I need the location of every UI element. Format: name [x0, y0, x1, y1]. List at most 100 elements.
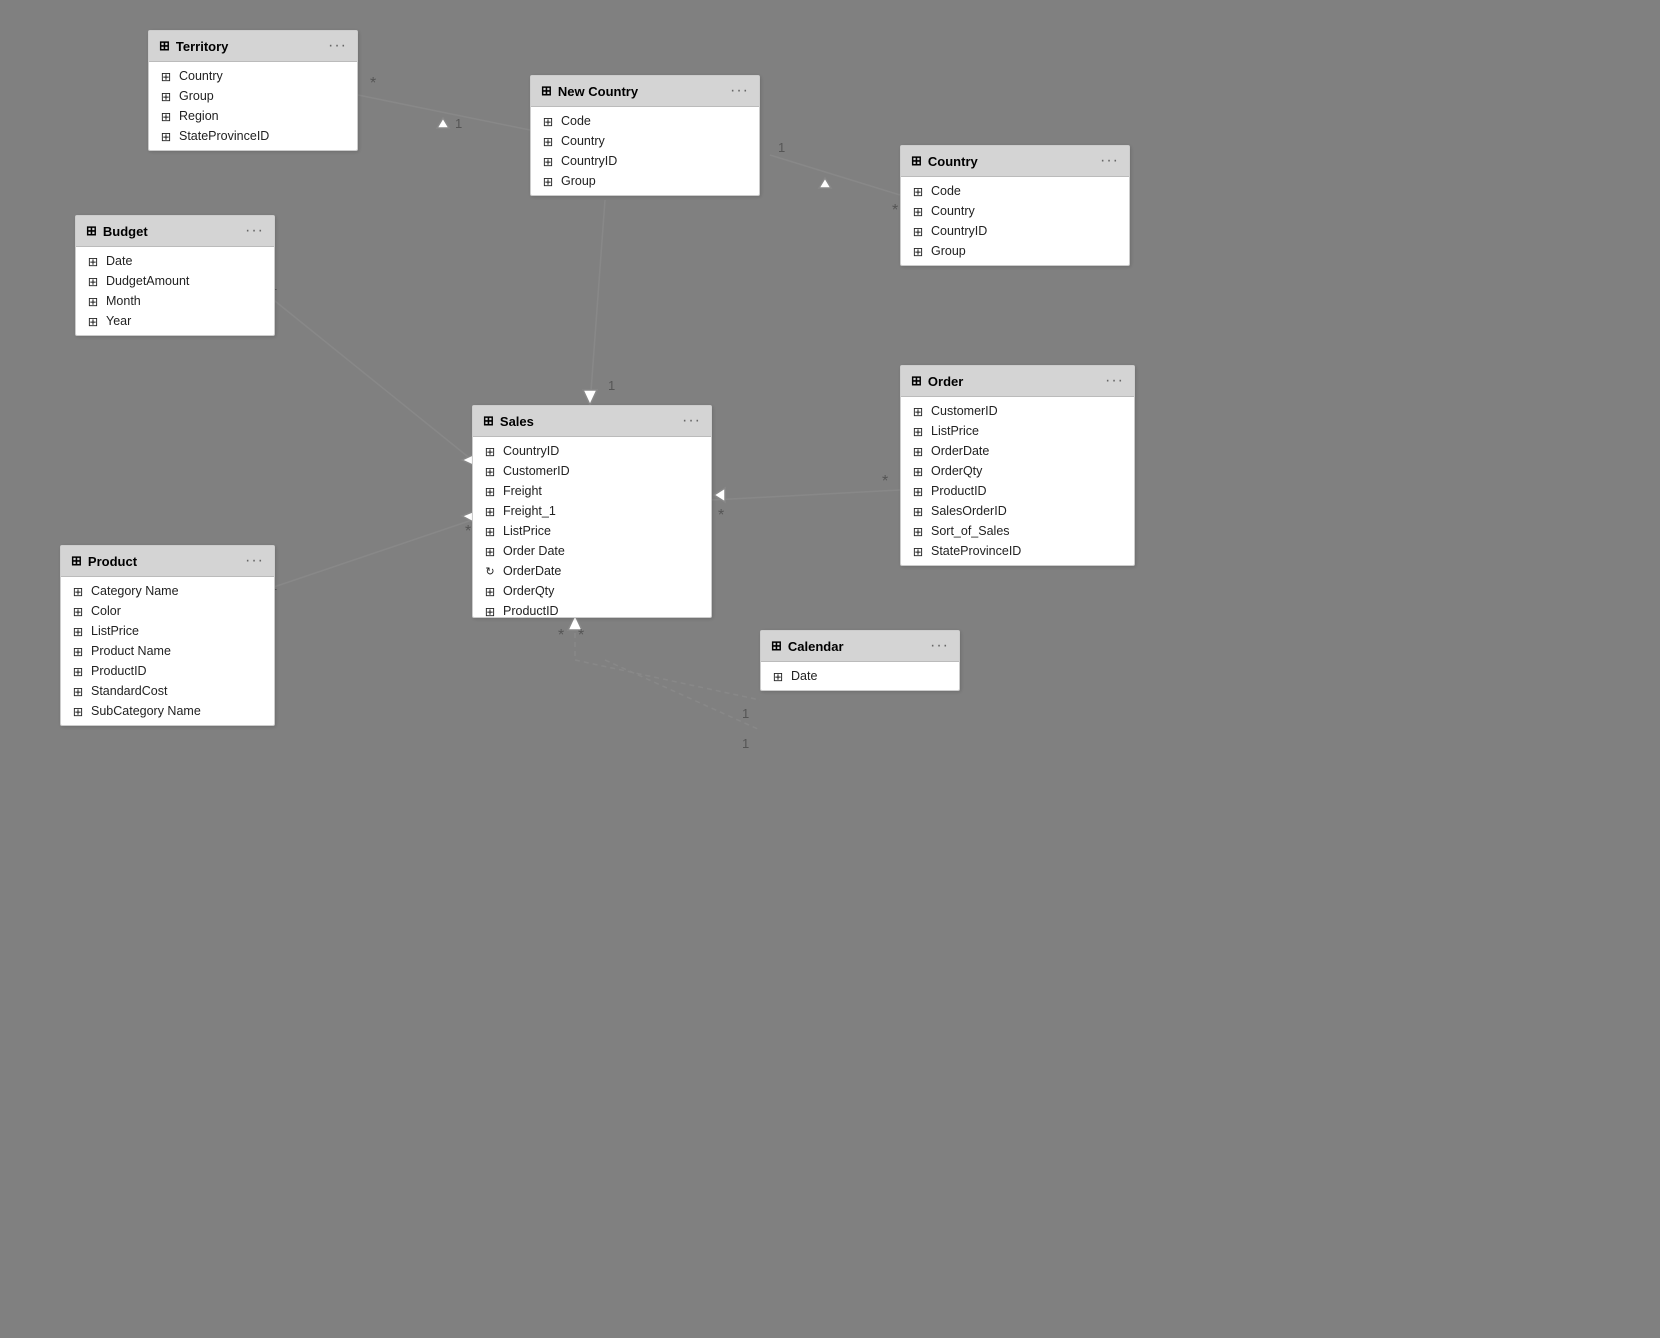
- svg-text:1: 1: [742, 736, 749, 751]
- svg-text:*: *: [558, 627, 564, 644]
- field-row: ⊞Month: [76, 291, 274, 311]
- field-row: ⊞Group: [901, 241, 1129, 261]
- field-row: ⊞Sort_of_Sales: [901, 521, 1134, 541]
- field-icon: ⊞: [541, 134, 555, 148]
- field-icon: ⊞: [911, 204, 925, 218]
- field-icon: ⊞: [159, 69, 173, 83]
- sales-menu[interactable]: ···: [682, 412, 701, 430]
- field-icon: ⊞: [483, 484, 497, 498]
- field-row: ⊞CountryID: [473, 441, 711, 461]
- sales-table-header[interactable]: ⊞ Sales ···: [473, 406, 711, 437]
- calendar-table-body: ⊞Date: [761, 662, 959, 690]
- field-row: ⊞Category Name: [61, 581, 274, 601]
- field-row: ⊞Date: [76, 251, 274, 271]
- field-icon: ⊞: [911, 224, 925, 238]
- country-menu[interactable]: ···: [1100, 152, 1119, 170]
- field-icon: ⊞: [911, 404, 925, 418]
- field-row: ⊞OrderDate: [901, 441, 1134, 461]
- svg-text:*: *: [578, 627, 584, 644]
- sales-table-icon: ⊞: [483, 413, 494, 429]
- field-row: ⊞ListPrice: [61, 621, 274, 641]
- new-country-menu[interactable]: ···: [730, 82, 749, 100]
- calendar-menu[interactable]: ···: [930, 637, 949, 655]
- calendar-table-icon: ⊞: [771, 638, 782, 654]
- budget-table-body: ⊞Date ⊞DudgetAmount ⊞Month ⊞Year: [76, 247, 274, 335]
- field-row: ⊞Product Name: [61, 641, 274, 661]
- country-table-icon: ⊞: [911, 153, 922, 169]
- order-table: ⊞ Order ··· ⊞CustomerID ⊞ListPrice ⊞Orde…: [900, 365, 1135, 566]
- field-icon: ⊞: [911, 524, 925, 538]
- field-row: ⊞Region: [149, 106, 357, 126]
- svg-text:*: *: [892, 202, 898, 219]
- svg-text:1: 1: [778, 140, 785, 155]
- field-icon: ⊞: [541, 114, 555, 128]
- sales-table-body: ⊞CountryID ⊞CustomerID ⊞Freight ⊞Freight…: [473, 437, 711, 617]
- field-row: ⊞ListPrice: [901, 421, 1134, 441]
- field-icon: ⊞: [71, 604, 85, 618]
- field-icon: ⊞: [483, 464, 497, 478]
- new-country-table-body: ⊞Code ⊞Country ⊞CountryID ⊞Group: [531, 107, 759, 195]
- territory-table-icon: ⊞: [159, 38, 170, 54]
- sales-table: ⊞ Sales ··· ⊞CountryID ⊞CustomerID ⊞Frei…: [472, 405, 712, 618]
- order-table-name: Order: [928, 374, 963, 389]
- field-icon: ⊞: [911, 484, 925, 498]
- field-row: ⊞Country: [531, 131, 759, 151]
- field-icon: ⊞: [71, 624, 85, 638]
- new-country-table-header[interactable]: ⊞ New Country ···: [531, 76, 759, 107]
- field-icon: ⊞: [483, 604, 497, 617]
- order-table-body: ⊞CustomerID ⊞ListPrice ⊞OrderDate ⊞Order…: [901, 397, 1134, 565]
- calendar-table-header[interactable]: ⊞ Calendar ···: [761, 631, 959, 662]
- field-icon: ⊞: [86, 294, 100, 308]
- field-icon: ⊞: [911, 464, 925, 478]
- country-table-header[interactable]: ⊞ Country ···: [901, 146, 1129, 177]
- field-icon: ⊞: [71, 584, 85, 598]
- field-row: ⊞Color: [61, 601, 274, 621]
- field-row: ⊞CountryID: [901, 221, 1129, 241]
- svg-text:*: *: [370, 75, 376, 92]
- field-row: ⊞Date: [761, 666, 959, 686]
- field-icon: ⊞: [86, 254, 100, 268]
- budget-menu[interactable]: ···: [245, 222, 264, 240]
- field-row: ⊞Code: [901, 181, 1129, 201]
- field-row: ⊞Freight: [473, 481, 711, 501]
- field-icon: ⊞: [483, 584, 497, 598]
- svg-text:1: 1: [608, 378, 615, 393]
- budget-table: ⊞ Budget ··· ⊞Date ⊞DudgetAmount ⊞Month …: [75, 215, 275, 336]
- field-icon: ⊞: [159, 109, 173, 123]
- field-icon: ⊞: [911, 244, 925, 258]
- svg-text:*: *: [465, 523, 471, 540]
- field-row: ⊞Year: [76, 311, 274, 331]
- svg-text:1: 1: [455, 116, 462, 131]
- field-icon: ⊞: [911, 424, 925, 438]
- field-row: ⊞StandardCost: [61, 681, 274, 701]
- budget-table-header[interactable]: ⊞ Budget ···: [76, 216, 274, 247]
- territory-menu[interactable]: ···: [328, 37, 347, 55]
- country-table-name: Country: [928, 154, 978, 169]
- field-icon: ⊞: [159, 129, 173, 143]
- field-icon: ⊞: [483, 524, 497, 538]
- field-icon: ⊞: [71, 684, 85, 698]
- product-table-header[interactable]: ⊞ Product ···: [61, 546, 274, 577]
- field-icon: ↻: [483, 564, 497, 578]
- order-table-header[interactable]: ⊞ Order ···: [901, 366, 1134, 397]
- order-menu[interactable]: ···: [1105, 372, 1124, 390]
- field-row: ⊞ProductID: [901, 481, 1134, 501]
- field-row: ⊞ListPrice: [473, 521, 711, 541]
- field-icon: ⊞: [911, 184, 925, 198]
- field-icon: ⊞: [86, 314, 100, 328]
- field-row: ⊞StateProvinceID: [901, 541, 1134, 561]
- product-table: ⊞ Product ··· ⊞Category Name ⊞Color ⊞Lis…: [60, 545, 275, 726]
- field-row: ↻OrderDate: [473, 561, 711, 581]
- svg-text:*: *: [718, 507, 724, 524]
- territory-table-header[interactable]: ⊞ Territory ···: [149, 31, 357, 62]
- field-row: ⊞Group: [531, 171, 759, 191]
- field-icon: ⊞: [71, 644, 85, 658]
- field-icon: ⊞: [483, 504, 497, 518]
- field-icon: ⊞: [71, 704, 85, 718]
- product-menu[interactable]: ···: [245, 552, 264, 570]
- field-icon: ⊞: [771, 669, 785, 683]
- country-table-body: ⊞Code ⊞Country ⊞CountryID ⊞Group: [901, 177, 1129, 265]
- new-country-table: ⊞ New Country ··· ⊞Code ⊞Country ⊞Countr…: [530, 75, 760, 196]
- field-icon: ⊞: [483, 544, 497, 558]
- field-icon: ⊞: [541, 174, 555, 188]
